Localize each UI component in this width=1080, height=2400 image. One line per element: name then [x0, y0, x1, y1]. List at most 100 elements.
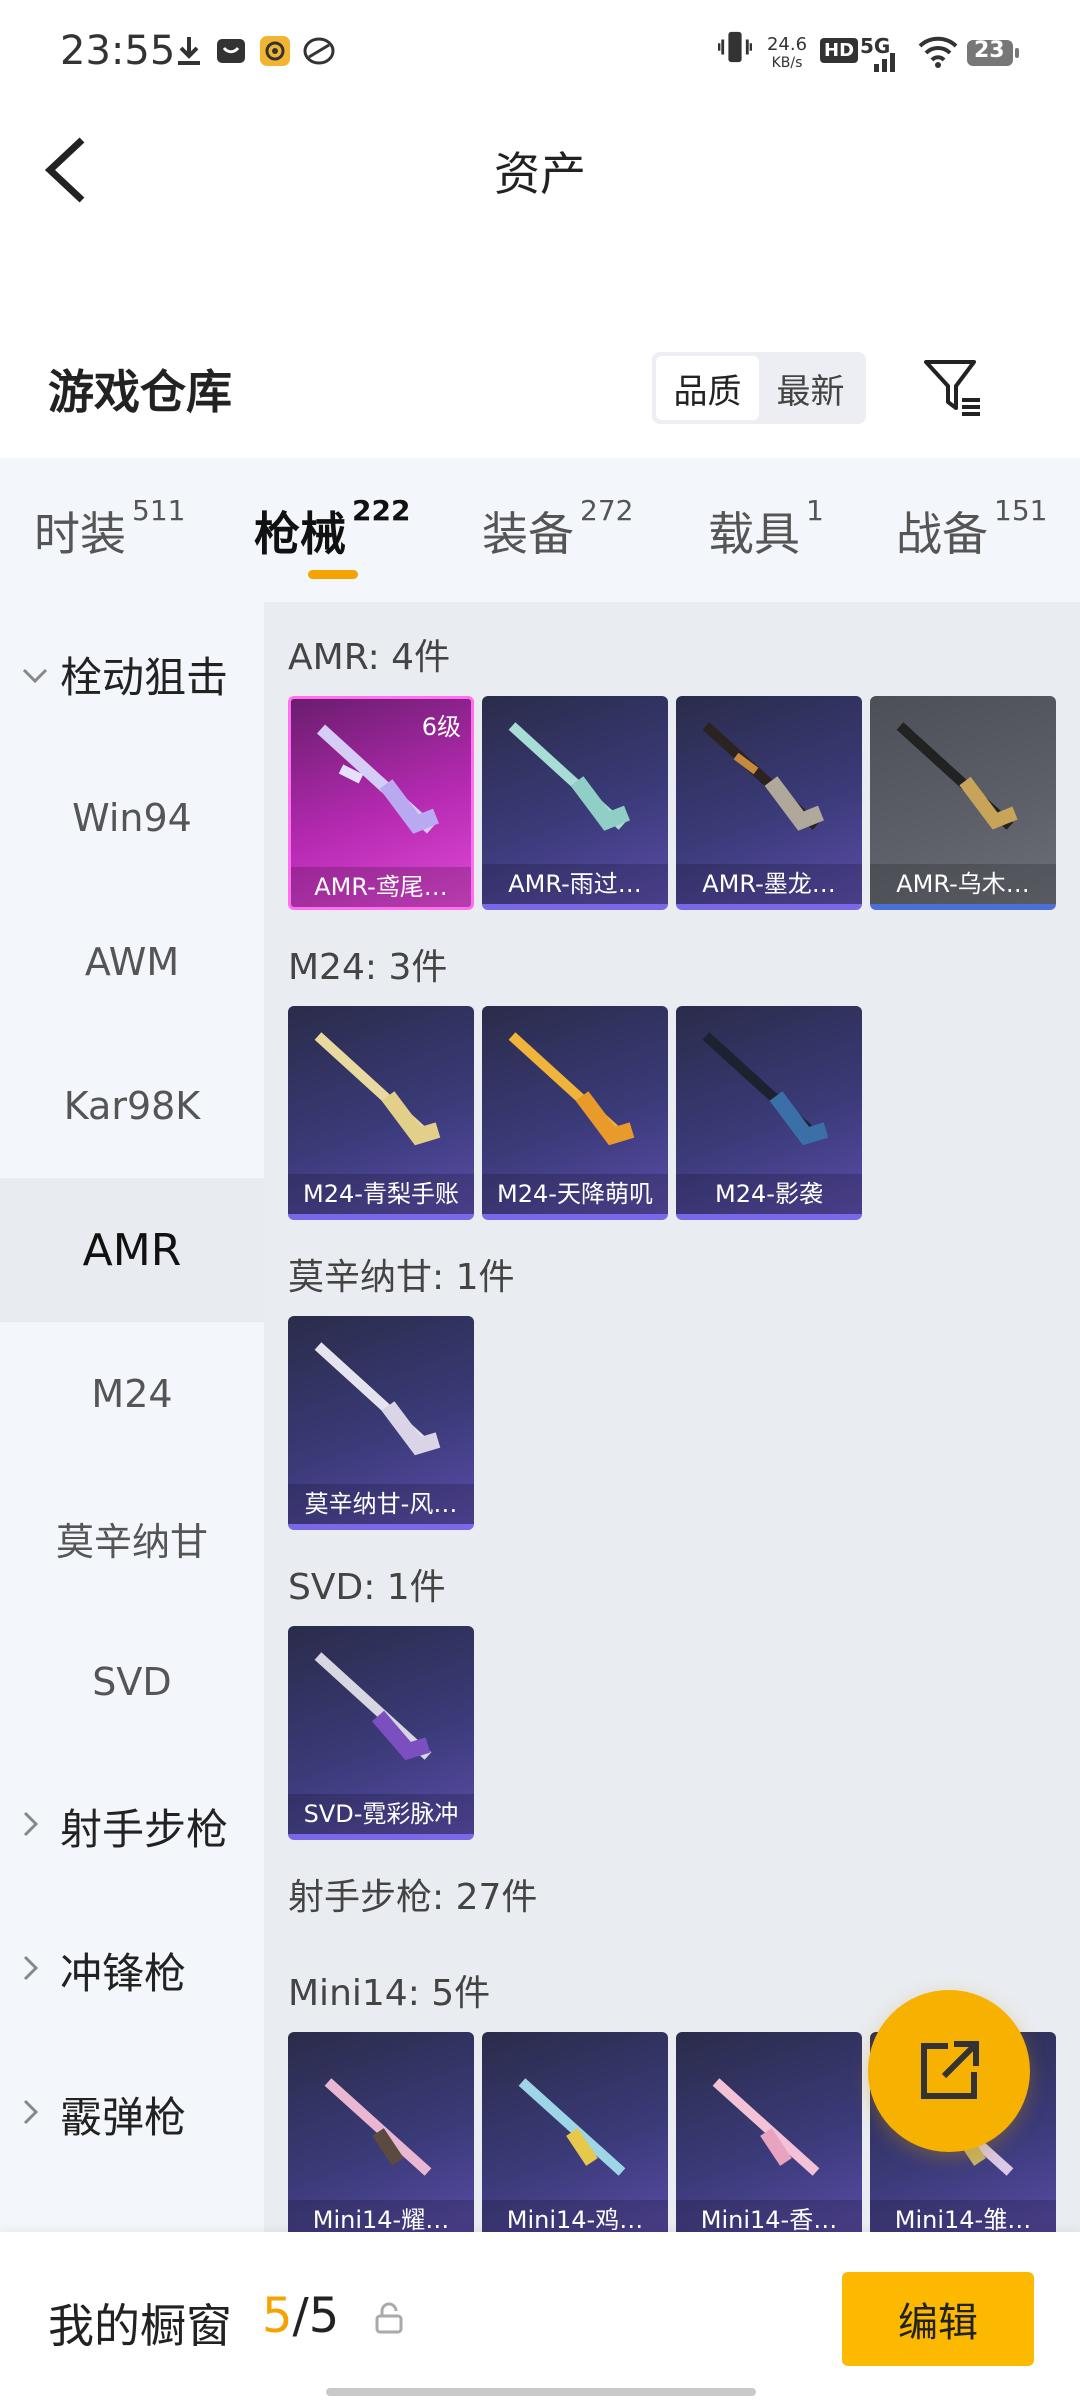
sidebar-item-amr[interactable]: AMR [0, 1178, 264, 1322]
sidebar-item-label: AWM [84, 940, 180, 984]
sidebar-item-label: 莫辛纳甘 [55, 1519, 208, 1564]
sidebar-item-awm[interactable]: AWM [0, 890, 264, 1034]
lock-icon[interactable] [374, 2302, 404, 2334]
sidebar-item-label: 霰弹枪 [60, 2092, 187, 2142]
showcase-count-separator: / [292, 2288, 309, 2344]
signal-icon [860, 50, 900, 72]
warehouse-title: 游戏仓库 [48, 365, 232, 419]
chevron-right-icon [22, 2094, 40, 2134]
share-button[interactable] [868, 1990, 1030, 2152]
rifle-image [314, 1342, 441, 1456]
sidebar-item-label: 射手步枪 [60, 1804, 229, 1854]
item-name: AMR-雨过… [482, 864, 668, 904]
chevron-right-icon [22, 1806, 40, 1846]
item-name: AMR-鸢尾… [291, 867, 471, 907]
sidebar-item-win94[interactable]: Win94 [0, 746, 264, 890]
rifle-image [712, 2078, 820, 2176]
download-icon [172, 34, 206, 68]
hd-badge: HD [820, 38, 859, 63]
status-bar: 23:55 24.6 KB/s HD 5G 23 [0, 0, 1080, 110]
filter-icon[interactable] [922, 356, 986, 420]
item-card[interactable]: AMR-乌木… [870, 696, 1056, 910]
item-name: 莫辛纳甘-风… [288, 1484, 474, 1524]
tab-count: 1 [806, 494, 824, 527]
sidebar-group-dmr[interactable]: 射手步枪 [0, 1754, 264, 1898]
tab-label: 装备 [482, 507, 574, 561]
item-card[interactable]: AMR-雨过… [482, 696, 668, 910]
sidebar-group-shotgun[interactable]: 霰弹枪 [0, 2042, 264, 2186]
active-tab-indicator [308, 570, 358, 579]
item-name: Mini14-香… [676, 2200, 862, 2232]
rifle-image [324, 2078, 432, 2176]
net-speed-value: 24.6 [766, 34, 808, 55]
tab-label: 战备 [896, 507, 988, 561]
item-name: M24-天降萌叽 [482, 1174, 668, 1214]
sidebar-group-bolt-action[interactable]: 栓动狙击 [0, 602, 264, 746]
item-card[interactable]: Mini14-耀… [288, 2032, 474, 2232]
item-card[interactable]: SVD-霓彩脉冲 [288, 1626, 474, 1840]
tab-vehicles[interactable]: 载具 1 [708, 494, 824, 564]
sidebar-item-mosin[interactable]: 莫辛纳甘 [0, 1466, 264, 1610]
sidebar-group-smg[interactable]: 冲锋枪 [0, 1898, 264, 2042]
item-name: AMR-乌木… [870, 864, 1056, 904]
item-card[interactable]: M24-青梨手账 [288, 1006, 474, 1220]
tab-equipment[interactable]: 装备 272 [482, 494, 633, 564]
chevron-down-icon [22, 654, 48, 694]
wifi-icon [918, 36, 958, 68]
sidebar-item-label: 栓动狙击 [60, 652, 229, 702]
category-tabs: 时装 511 枪械 222 装备 272 载具 1 战备 151 [0, 458, 1080, 602]
showcase-title: 我的橱窗 [48, 2299, 232, 2353]
section-label: 莫辛纳甘: 1件 [288, 1257, 515, 1298]
vibrate-icon [718, 30, 752, 64]
sidebar: 栓动狙击 Win94 AWM Kar98K AMR M24 莫辛纳甘 SVD 射… [0, 602, 264, 2232]
rifle-image [314, 1032, 441, 1146]
item-level-badge: 6级 [421, 713, 461, 741]
item-card[interactable]: 莫辛纳甘-风… [288, 1316, 474, 1530]
sidebar-item-kar98k[interactable]: Kar98K [0, 1034, 264, 1178]
tab-fashion[interactable]: 时装 511 [34, 494, 185, 564]
sidebar-item-m24[interactable]: M24 [0, 1322, 264, 1466]
status-time: 23:55 [60, 28, 176, 74]
sort-quality-button[interactable]: 品质 [656, 356, 759, 420]
rifle-image [702, 722, 824, 831]
rifle-image [702, 1032, 829, 1146]
rifle-image [314, 1652, 432, 1761]
sort-newest-button[interactable]: 最新 [759, 356, 862, 420]
rifle-image [508, 722, 630, 831]
tab-count: 511 [132, 494, 186, 527]
rifle-image [896, 722, 1018, 830]
home-indicator [326, 2388, 756, 2396]
chevron-right-icon [22, 1950, 40, 1990]
item-card[interactable]: Mini14-鸡… [482, 2032, 668, 2232]
sort-toggle: 品质 最新 [652, 352, 866, 424]
tab-label: 时装 [34, 507, 126, 561]
item-name: M24-影袭 [676, 1174, 862, 1214]
item-card[interactable]: AMR-墨龙… [676, 696, 862, 910]
showcase-count-total: 5 [308, 2288, 340, 2344]
tab-label: 载具 [708, 507, 800, 561]
item-card[interactable]: M24-天降萌叽 [482, 1006, 668, 1220]
section-label: M24: 3件 [288, 947, 448, 988]
tab-supplies[interactable]: 战备 151 [896, 494, 1047, 564]
item-name: Mini14-耀… [288, 2200, 474, 2232]
app-root: 23:55 24.6 KB/s HD 5G 23 资产 游戏仓库 品质 最新 时… [0, 0, 1080, 2400]
tab-firearms[interactable]: 枪械 222 [254, 494, 410, 564]
message-icon [214, 34, 248, 68]
sidebar-item-label: Win94 [72, 796, 192, 840]
item-name: M24-青梨手账 [288, 1174, 474, 1214]
page-title: 资产 [494, 147, 586, 201]
sidebar-item-label: Kar98K [63, 1084, 201, 1128]
section-label: AMR: 4件 [288, 637, 451, 678]
sidebar-item-svd[interactable]: SVD [0, 1610, 264, 1754]
item-card[interactable]: Mini14-香… [676, 2032, 862, 2232]
showcase-bar: 我的橱窗 5/5 编辑 [0, 2232, 1080, 2400]
tab-count: 272 [580, 494, 634, 527]
rifle-image [508, 1032, 635, 1146]
item-card[interactable]: M24-影袭 [676, 1006, 862, 1220]
edit-button[interactable]: 编辑 [842, 2272, 1034, 2366]
item-card[interactable]: 6级 AMR-鸢尾… [288, 696, 474, 910]
section-label: 射手步枪: 27件 [288, 1877, 538, 1918]
item-name: SVD-霓彩脉冲 [288, 1794, 474, 1834]
sidebar-item-label: AMR [82, 1224, 182, 1276]
item-name: Mini14-雏… [870, 2200, 1056, 2232]
